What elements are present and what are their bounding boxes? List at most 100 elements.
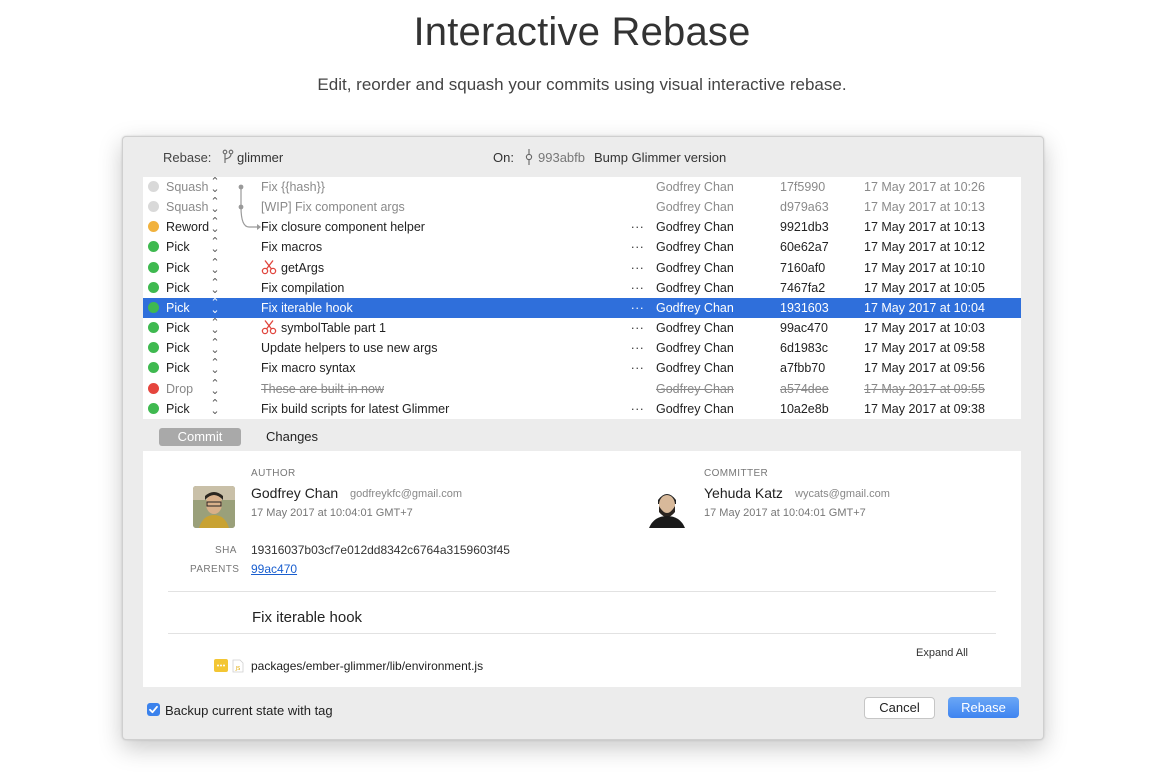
action-label[interactable]: Pick (166, 361, 190, 375)
commit-hash: 17f5990 (780, 180, 826, 194)
cancel-button[interactable]: Cancel (864, 697, 935, 719)
committer-name: Yehuda Katz (704, 485, 783, 501)
commit-message[interactable]: Fix macros (261, 240, 322, 254)
action-stepper-icon[interactable]: ⌃ ⌄ (210, 237, 220, 255)
status-dot (148, 362, 159, 374)
commit-subject: Fix iterable hook (252, 609, 363, 626)
author-date: 17 May 2017 at 10:04:01 GMT+7 (251, 507, 413, 519)
expand-all-button[interactable]: Expand All (916, 647, 968, 659)
action-label[interactable]: Reword (166, 220, 209, 234)
scissors-icon (261, 320, 277, 335)
commit-message[interactable]: Update helpers to use new args (261, 341, 438, 355)
commit-message[interactable]: [WIP] Fix component args (261, 200, 405, 214)
backup-checkbox[interactable] (147, 703, 160, 716)
parent-link[interactable]: 99ac470 (251, 562, 297, 576)
rebase-window: Rebase: glimmer On: 993abfb Bump Glimmer… (122, 136, 1044, 740)
action-stepper-icon[interactable]: ⌃ ⌄ (210, 338, 220, 356)
commit-row[interactable]: Pick ⌃ ⌄ Update helpers to use new args... G… (143, 338, 1021, 358)
commit-date: 17 May 2017 at 10:13 (864, 220, 985, 235)
action-label[interactable]: Pick (166, 261, 190, 275)
action-label[interactable]: Pick (166, 402, 190, 416)
status-dot (148, 382, 159, 394)
commit-message[interactable]: Fix compilation (261, 281, 344, 295)
action-stepper-icon[interactable]: ⌃ ⌄ (210, 297, 220, 315)
more-icon[interactable]: ... (631, 318, 644, 332)
commit-message[interactable]: Fix {{hash}} (261, 180, 325, 194)
commit-list[interactable]: Squash ⌃ ⌄ Fix {{hash}} Godfrey Chan 17f5990 1… (143, 177, 1021, 419)
commit-row[interactable]: Pick ⌃ ⌄ getArgs... Godfrey Chan 7160af0 17 Ma… (143, 257, 1021, 278)
commit-author: Godfrey Chan (656, 200, 734, 215)
more-icon[interactable]: ... (631, 278, 644, 292)
action-label[interactable]: Pick (166, 301, 190, 315)
more-icon[interactable]: ... (631, 338, 644, 352)
commit-row[interactable]: Pick ⌃ ⌄ Fix build scripts for latest Glimm… (143, 398, 1021, 419)
action-stepper-icon[interactable]: ⌃ ⌄ (210, 318, 220, 336)
commit-message[interactable]: Fix closure component helper (261, 220, 425, 234)
commit-hash: d979a63 (780, 200, 829, 215)
commit-author: Godfrey Chan (656, 321, 734, 336)
commit-date: 17 May 2017 at 10:13 (864, 200, 985, 215)
action-label[interactable]: Drop (166, 382, 193, 396)
commit-date: 17 May 2017 at 09:58 (864, 341, 985, 356)
commit-author: Godfrey Chan (656, 401, 734, 416)
action-stepper-icon[interactable]: ⌃ ⌄ (210, 277, 220, 295)
more-icon[interactable]: ... (631, 298, 644, 312)
commit-message[interactable]: Fix macro syntax (261, 361, 355, 375)
commit-row[interactable]: Pick ⌃ ⌄ Fix iterable hook... Godfrey Chan 19… (143, 297, 1021, 318)
backup-label[interactable]: Backup current state with tag (165, 703, 333, 718)
more-icon[interactable]: ... (631, 237, 644, 251)
action-label[interactable]: Pick (166, 281, 190, 295)
action-stepper-icon[interactable]: ⌃ ⌄ (210, 398, 220, 416)
action-stepper-icon[interactable]: ⌃ ⌄ (210, 197, 220, 215)
rebase-button[interactable]: Rebase (948, 697, 1019, 718)
action-stepper-icon[interactable]: ⌃ ⌄ (210, 257, 220, 275)
commit-date: 17 May 2017 at 10:03 (864, 321, 985, 336)
commit-row[interactable]: Squash ⌃ ⌄ Fix {{hash}} Godfrey Chan 17f5990 1… (143, 177, 1021, 197)
commit-message[interactable]: Fix iterable hook (261, 301, 353, 315)
commit-row[interactable]: Pick ⌃ ⌄ Fix compilation... Godfrey Chan 7467… (143, 277, 1021, 298)
tab-changes[interactable]: Changes (266, 429, 318, 444)
commit-row[interactable]: Reword ⌃ ⌄ Fix closure component helper... G… (143, 217, 1021, 237)
action-label[interactable]: Pick (166, 321, 190, 335)
commit-message[interactable]: getArgs (281, 261, 324, 275)
commit-hash: 10a2e8b (780, 401, 829, 416)
status-dot (148, 281, 159, 293)
rebase-header: Rebase: glimmer On: 993abfb Bump Glimmer… (123, 137, 1043, 177)
page-subtitle: Edit, reorder and squash your commits us… (317, 75, 847, 94)
rebase-label: Rebase: (163, 150, 212, 165)
action-stepper-icon[interactable]: ⌃ ⌄ (210, 177, 220, 195)
status-dot (148, 201, 159, 213)
commit-message[interactable]: Fix build scripts for latest Glimmer (261, 402, 449, 416)
more-icon[interactable]: ... (631, 399, 644, 413)
branch-icon (222, 149, 234, 163)
commit-message[interactable]: symbolTable part 1 (281, 321, 386, 335)
action-stepper-icon[interactable]: ⌃ ⌄ (210, 378, 220, 396)
onto-message: Bump Glimmer version (594, 150, 727, 165)
commit-row[interactable]: Pick ⌃ ⌄ Fix macro syntax... Godfrey Chan a7f… (143, 358, 1021, 378)
action-label[interactable]: Squash (166, 200, 208, 214)
commit-author: Godfrey Chan (656, 280, 734, 295)
more-icon[interactable]: ... (631, 258, 644, 272)
action-stepper-icon[interactable]: ⌃ ⌄ (210, 217, 220, 235)
commit-message[interactable]: These are built-in now (261, 382, 384, 396)
commit-row[interactable]: Pick ⌃ ⌄ Fix macros... Godfrey Chan 60e62a7 17… (143, 237, 1021, 257)
checkmark-icon (149, 705, 158, 714)
tab-commit[interactable]: Commit (159, 428, 241, 446)
file-path[interactable]: packages/ember-glimmer/lib/environment.j… (251, 659, 483, 673)
commit-row[interactable]: Drop ⌃ ⌄ These are built-in now Godfrey Chan… (143, 378, 1021, 399)
action-label[interactable]: Pick (166, 240, 190, 254)
author-name: Godfrey Chan (251, 485, 339, 501)
committer-avatar (646, 486, 688, 528)
commit-hash: 99ac470 (780, 321, 828, 336)
commit-row[interactable]: Squash ⌃ ⌄ [WIP] Fix component args Godfrey … (143, 197, 1021, 217)
action-label[interactable]: Pick (166, 341, 190, 355)
commit-date: 17 May 2017 at 09:56 (864, 361, 985, 376)
commit-hash: 1931603 (780, 300, 829, 315)
action-stepper-icon[interactable]: ⌃ ⌄ (210, 358, 220, 376)
commit-row[interactable]: Pick ⌃ ⌄ symbolTable part 1... Godfrey Chan 9… (143, 318, 1021, 338)
more-icon[interactable]: ... (631, 217, 644, 231)
more-icon[interactable]: ... (631, 358, 644, 372)
divider (168, 591, 996, 592)
author-email: godfreykfc@gmail.com (350, 488, 463, 500)
action-label[interactable]: Squash (166, 180, 208, 194)
